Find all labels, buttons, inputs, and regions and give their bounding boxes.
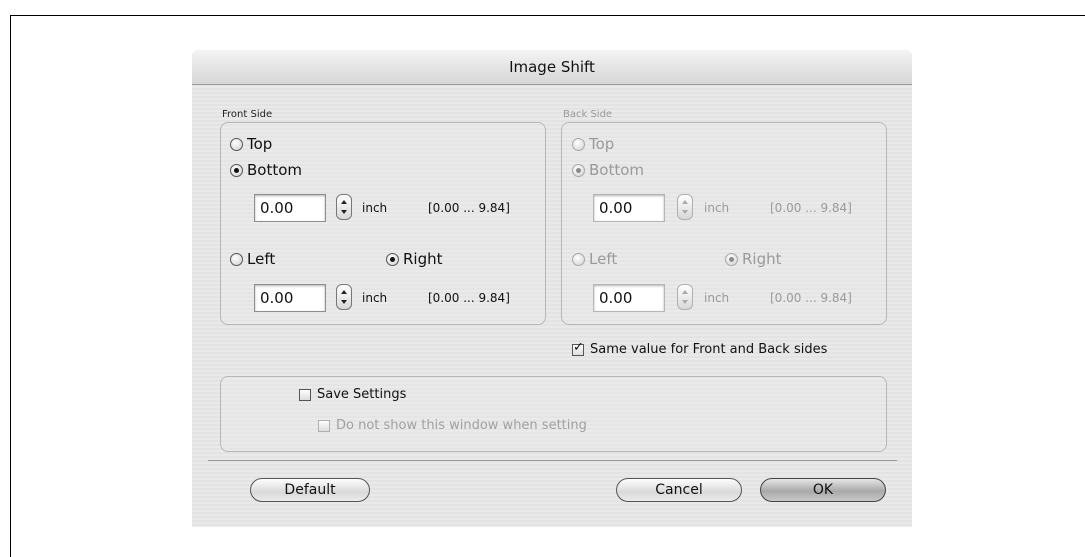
radio-off-icon	[230, 252, 243, 266]
dialog-title: Image Shift	[509, 58, 595, 76]
front-side-legend: Front Side	[222, 109, 273, 120]
radio-on-icon	[230, 163, 243, 177]
front-horizontal-input[interactable]: 0.00	[254, 284, 326, 312]
checkbox-unchecked-icon	[299, 388, 311, 401]
front-right-radio[interactable]: Right	[386, 250, 443, 268]
front-bottom-label: Bottom	[247, 161, 303, 179]
front-top-radio[interactable]: Top	[230, 135, 272, 153]
save-settings-label: Save Settings	[317, 387, 407, 402]
ok-button[interactable]: OK	[760, 478, 886, 502]
front-vertical-range: [0.00 ... 9.84]	[428, 201, 510, 215]
front-vertical-stepper[interactable]	[336, 194, 352, 220]
front-right-label: Right	[403, 250, 443, 268]
do-not-show-checkbox: Do not show this window when setting	[318, 418, 587, 433]
front-top-label: Top	[247, 135, 273, 153]
back-vertical-range: [0.00 ... 9.84]	[770, 201, 852, 215]
back-left-radio: Left	[572, 250, 617, 268]
back-horizontal-stepper	[677, 284, 693, 310]
front-horizontal-range: [0.00 ... 9.84]	[428, 291, 510, 305]
radio-off-icon	[572, 252, 585, 266]
checkbox-unchecked-icon	[318, 419, 330, 432]
back-right-label: Right	[742, 250, 782, 268]
front-left-radio[interactable]: Left	[230, 250, 275, 268]
back-horizontal-range: [0.00 ... 9.84]	[770, 291, 852, 305]
cancel-button[interactable]: Cancel	[616, 478, 742, 502]
front-horizontal-unit: inch	[362, 291, 388, 305]
default-button[interactable]: Default	[250, 478, 370, 502]
do-not-show-label: Do not show this window when setting	[336, 418, 587, 433]
back-vertical-input: 0.00	[593, 194, 665, 222]
back-horizontal-input: 0.00	[593, 284, 665, 312]
front-bottom-radio[interactable]: Bottom	[230, 161, 302, 179]
back-vertical-unit: inch	[704, 201, 730, 215]
radio-on-icon	[386, 252, 399, 266]
back-left-label: Left	[589, 250, 618, 268]
image-shift-dialog: Image Shift Front Side Top Bottom 0.00 i…	[192, 50, 912, 527]
radio-off-icon	[572, 137, 585, 151]
checkbox-checked-icon	[572, 340, 584, 356]
front-left-label: Left	[247, 250, 276, 268]
back-side-legend: Back Side	[563, 109, 613, 120]
back-vertical-stepper	[677, 194, 693, 220]
radio-on-icon	[572, 163, 585, 177]
front-vertical-input[interactable]: 0.00	[254, 194, 326, 222]
back-horizontal-unit: inch	[704, 291, 730, 305]
same-value-checkbox[interactable]: Same value for Front and Back sides	[572, 340, 828, 357]
front-horizontal-stepper[interactable]	[336, 284, 352, 310]
save-settings-checkbox[interactable]: Save Settings	[299, 387, 406, 402]
separator-line	[208, 460, 897, 461]
back-bottom-label: Bottom	[589, 161, 645, 179]
back-top-label: Top	[589, 135, 615, 153]
back-right-radio: Right	[725, 250, 782, 268]
back-top-radio: Top	[572, 135, 614, 153]
title-bar: Image Shift	[192, 50, 912, 85]
back-bottom-radio: Bottom	[572, 161, 644, 179]
same-value-label: Same value for Front and Back sides	[590, 342, 828, 357]
radio-off-icon	[230, 137, 243, 151]
front-vertical-unit: inch	[362, 201, 388, 215]
radio-on-icon	[725, 252, 738, 266]
